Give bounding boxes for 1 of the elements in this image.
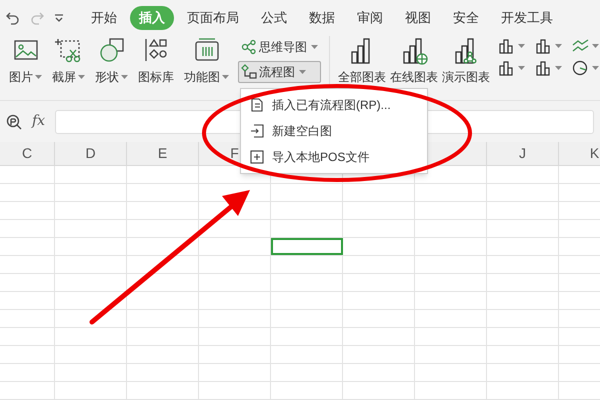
fx-label: fx [32,112,46,131]
